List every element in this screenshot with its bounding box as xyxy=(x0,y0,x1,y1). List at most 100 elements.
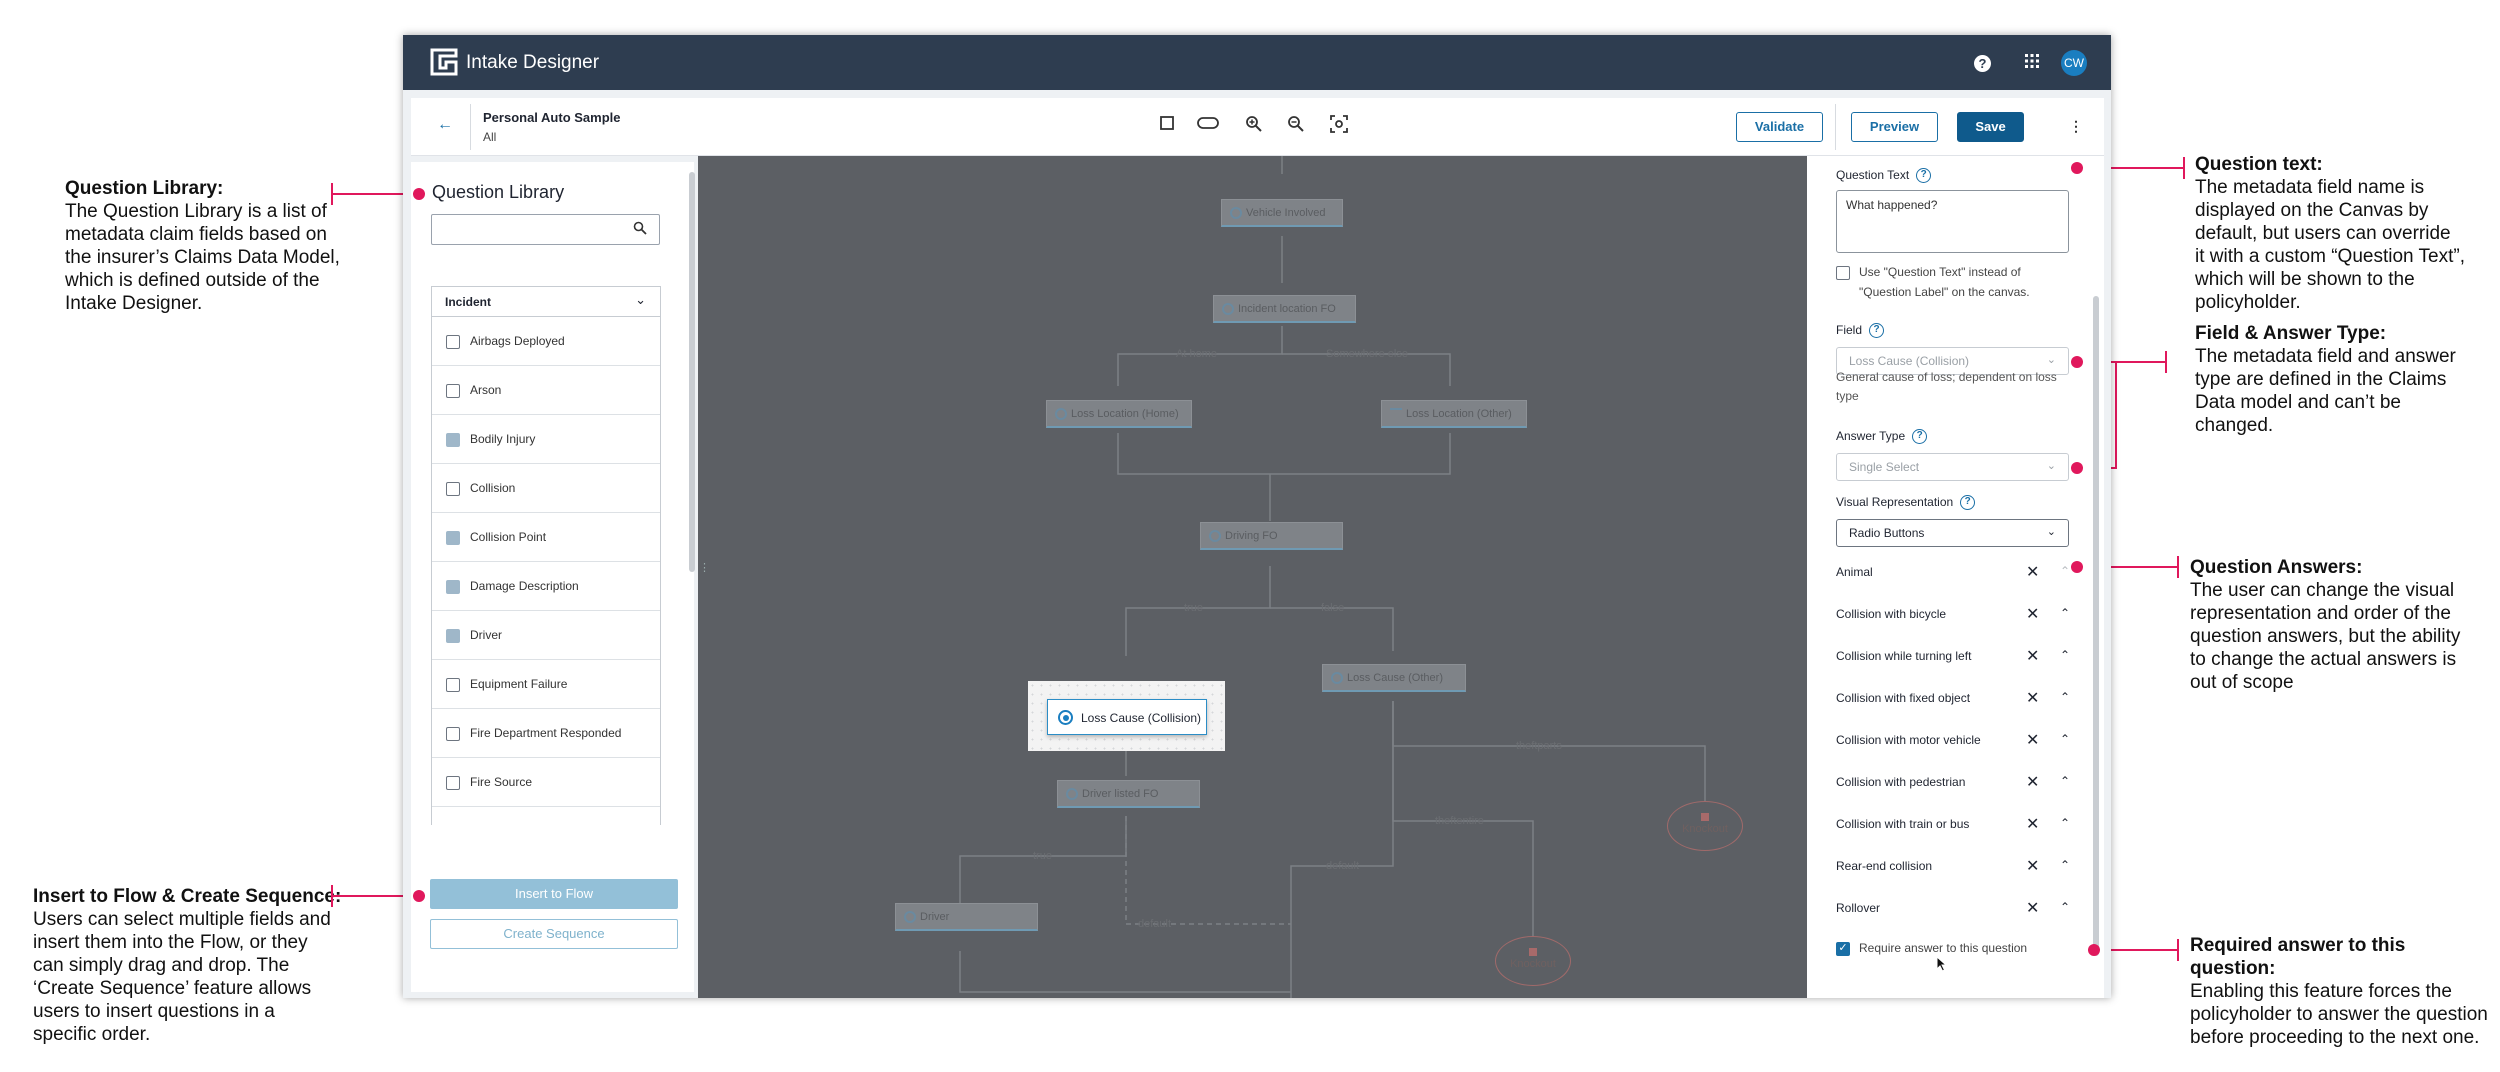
preview-button[interactable]: Preview xyxy=(1851,112,1938,142)
more-vertical-icon[interactable]: ⋮ xyxy=(2065,115,2087,137)
annotation-body: Users can select multiple fields and ins… xyxy=(33,909,331,1045)
library-scrollbar[interactable] xyxy=(689,172,695,572)
help-icon[interactable]: ? xyxy=(1960,495,1976,511)
library-search-input[interactable] xyxy=(431,214,660,245)
list-item[interactable]: Fire Source xyxy=(432,758,660,807)
zoom-out-icon[interactable] xyxy=(1285,115,1307,137)
annotation-question-library: Question Library: The Question Library i… xyxy=(65,177,340,315)
list-item[interactable]: Bodily Injury xyxy=(432,415,660,464)
knockout-node[interactable]: Knockout xyxy=(1495,936,1571,986)
chevron-up-icon[interactable]: ⌃ xyxy=(2060,732,2070,746)
rectangle-tool-icon[interactable] xyxy=(1156,115,1178,137)
help-circle-icon[interactable]: ? xyxy=(1974,55,1991,72)
category-dropdown[interactable]: Incident ⌄ xyxy=(431,286,661,317)
insert-to-flow-button[interactable]: Insert to Flow xyxy=(430,879,678,909)
edge-label: true xyxy=(1184,602,1203,614)
arrow-left-icon[interactable]: ← xyxy=(437,116,453,134)
answer-row: Animal ✕ ⌃ xyxy=(1836,553,2076,595)
knockout-node[interactable]: Knockout xyxy=(1667,801,1743,851)
list-item-label: Driver xyxy=(470,628,502,642)
checkbox[interactable] xyxy=(446,727,460,741)
properties-panel: Question Text? What happened? Use "Quest… xyxy=(1807,156,2104,998)
checkbox[interactable] xyxy=(446,580,460,594)
list-item[interactable]: Collision Point xyxy=(432,513,660,562)
visual-representation-select[interactable]: Radio Buttons ⌄ xyxy=(1836,519,2069,547)
list-item[interactable]: Fire Department Responded xyxy=(432,709,660,758)
list-item[interactable]: Driver xyxy=(432,611,660,660)
callout-line xyxy=(331,885,333,907)
list-item[interactable]: Damage Description xyxy=(432,562,660,611)
validate-button[interactable]: Validate xyxy=(1736,112,1823,142)
remove-icon[interactable]: ✕ xyxy=(2026,646,2039,666)
use-question-text-checkbox[interactable] xyxy=(1836,266,1850,280)
list-item[interactable]: Equipment Failure xyxy=(432,660,660,709)
flow-node[interactable]: Incident location FO xyxy=(1213,295,1356,323)
label-text: Field xyxy=(1836,323,1863,337)
label-text: Answer Type xyxy=(1836,429,1906,443)
flow-canvas[interactable]: ⋮ Vehicle Involved Incident location FO … xyxy=(698,156,1807,998)
chevron-up-icon[interactable]: ⌃ xyxy=(2060,648,2070,662)
chevron-up-icon[interactable]: ⌃ xyxy=(2060,858,2070,872)
ellipse-tool-icon[interactable] xyxy=(1194,115,1222,137)
question-text-input[interactable]: What happened? xyxy=(1836,190,2069,253)
require-answer-checkbox[interactable]: ✓ xyxy=(1836,942,1850,956)
remove-icon[interactable]: ✕ xyxy=(2026,772,2039,792)
checkbox[interactable] xyxy=(446,678,460,692)
remove-icon[interactable]: ✕ xyxy=(2026,898,2039,918)
search-icon[interactable] xyxy=(633,221,647,238)
remove-icon[interactable]: ✕ xyxy=(2026,730,2039,750)
answer-row: Collision with bicycle ✕ ⌃ xyxy=(1836,595,2076,637)
flow-node[interactable]: Vehicle Involved xyxy=(1221,199,1343,227)
flow-connectors xyxy=(959,156,1706,998)
fit-to-screen-icon[interactable] xyxy=(1328,115,1350,137)
visual-representation-label: Visual Representation? xyxy=(1836,495,1976,511)
edge-label: theftentire xyxy=(1435,815,1484,827)
help-icon[interactable]: ? xyxy=(1912,429,1928,445)
answer-label: Collision with bicycle xyxy=(1836,607,1947,621)
answer-label: Collision with motor vehicle xyxy=(1836,733,1981,747)
project-name: Personal Auto Sample xyxy=(483,110,621,125)
help-icon[interactable]: ? xyxy=(1916,168,1932,184)
flow-node[interactable]: Driving FO xyxy=(1200,522,1343,550)
zoom-in-icon[interactable] xyxy=(1243,115,1265,137)
list-item[interactable]: Collision xyxy=(432,464,660,513)
drag-handle-icon[interactable]: ⋮ xyxy=(699,561,710,574)
checkbox[interactable] xyxy=(446,629,460,643)
flow-node[interactable]: Loss Cause (Other) xyxy=(1322,664,1466,692)
help-icon[interactable]: ? xyxy=(1869,323,1885,339)
checkbox[interactable] xyxy=(446,335,460,349)
create-sequence-button[interactable]: Create Sequence xyxy=(430,919,678,949)
flow-node[interactable]: Loss Location (Home) xyxy=(1046,400,1192,428)
grid-icon[interactable] xyxy=(2022,53,2042,73)
chevron-up-icon[interactable]: ⌃ xyxy=(2060,774,2070,788)
checkbox[interactable] xyxy=(446,384,460,398)
flow-node[interactable]: Driver xyxy=(895,903,1038,931)
chevron-down-icon: ⌄ xyxy=(2046,460,2056,472)
selected-node-container[interactable]: Loss Cause (Collision) xyxy=(1028,681,1225,751)
remove-icon[interactable]: ✕ xyxy=(2026,814,2039,834)
answer-row: Collision with pedestrian ✕ ⌃ xyxy=(1836,763,2076,805)
checkbox[interactable] xyxy=(446,433,460,447)
remove-icon[interactable]: ✕ xyxy=(2026,604,2039,624)
selected-flow-node[interactable]: Loss Cause (Collision) xyxy=(1047,699,1207,735)
save-button[interactable]: Save xyxy=(1957,112,2024,142)
flow-node[interactable]: Driver listed FO xyxy=(1057,780,1200,808)
annotation-title: Required answer to this question: xyxy=(2190,935,2406,979)
remove-icon[interactable]: ✕ xyxy=(2026,856,2039,876)
chevron-up-icon[interactable]: ⌃ xyxy=(2060,564,2070,578)
remove-icon[interactable]: ✕ xyxy=(2026,688,2039,708)
chevron-up-icon[interactable]: ⌃ xyxy=(2060,900,2070,914)
chevron-up-icon[interactable]: ⌃ xyxy=(2060,690,2070,704)
properties-scrollbar[interactable] xyxy=(2093,296,2099,956)
remove-icon[interactable]: ✕ xyxy=(2026,562,2039,582)
list-item[interactable]: Airbags Deployed xyxy=(432,317,660,366)
avatar[interactable]: CW xyxy=(2061,50,2087,76)
checkbox[interactable] xyxy=(446,776,460,790)
chevron-up-icon[interactable]: ⌃ xyxy=(2060,606,2070,620)
checkbox[interactable] xyxy=(446,482,460,496)
chevron-up-icon[interactable]: ⌃ xyxy=(2060,816,2070,830)
list-item[interactable]: Arson xyxy=(432,366,660,415)
list-item-label: Damage Description xyxy=(470,579,579,593)
checkbox[interactable] xyxy=(446,531,460,545)
flow-node[interactable]: Loss Location (Other) xyxy=(1381,400,1527,428)
